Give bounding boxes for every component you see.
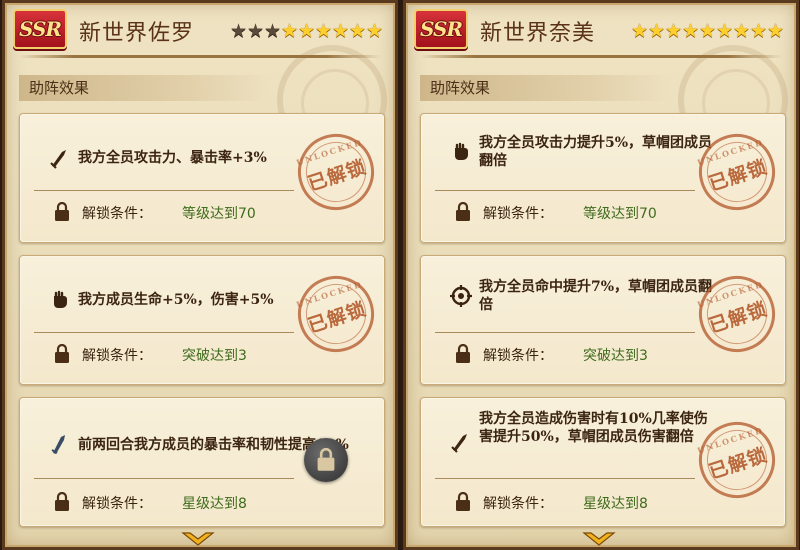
fist-icon xyxy=(455,142,468,160)
character-name: 新世界奈美 xyxy=(480,21,596,46)
star-empty-icon: ★ xyxy=(230,20,248,42)
card-divider xyxy=(34,478,294,479)
support-effect-card-locked: 前两回合我方成员的暴击率和韧性提高10% 解锁条件： 星级达到8 xyxy=(19,397,385,527)
support-effect-card: 我方全员命中提升7%，草帽团成员翻倍 解锁条件： 突破达到3 UNLOCKED … xyxy=(420,255,786,385)
condition-value: 等级达到70 xyxy=(182,206,256,222)
star-filled-icon: ★ xyxy=(648,20,666,42)
scroll-down-arrow-icon[interactable] xyxy=(181,531,215,547)
sword-icon xyxy=(451,434,467,453)
condition-label: 解锁条件： xyxy=(483,496,553,512)
padlock-icon xyxy=(456,492,470,511)
condition-label: 解锁条件： xyxy=(82,206,152,222)
star-filled-icon: ★ xyxy=(682,20,700,42)
header-divider xyxy=(19,55,381,58)
padlock-icon xyxy=(456,202,470,221)
card-divider xyxy=(435,332,695,333)
star-filled-icon: ★ xyxy=(733,20,751,42)
star-filled-icon: ★ xyxy=(631,20,649,42)
star-empty-icon: ★ xyxy=(247,20,265,42)
character-panel-left: SSR 新世界佐罗 ★ ★ ★ ★ ★ ★ ★ ★ ★ 助阵效果 我方全员攻击力、暴击率+3% … xyxy=(2,0,398,550)
condition-label: 解锁条件： xyxy=(82,348,152,364)
condition-label: 解锁条件： xyxy=(483,348,553,364)
star-rating: ★ ★ ★ ★ ★ ★ ★ ★ ★ xyxy=(631,21,784,41)
star-rating: ★ ★ ★ ★ ★ ★ ★ ★ ★ xyxy=(230,21,383,41)
panel-header: SSR 新世界佐罗 ★ ★ ★ ★ ★ ★ ★ ★ ★ xyxy=(5,3,395,61)
locked-badge[interactable] xyxy=(304,438,348,482)
star-filled-icon: ★ xyxy=(332,20,350,42)
condition-label: 解锁条件： xyxy=(82,496,152,512)
unlocked-stamp: UNLOCKED 已解锁 xyxy=(288,124,384,220)
section-label: 助阵效果 xyxy=(19,75,269,101)
star-filled-icon: ★ xyxy=(298,20,316,42)
star-filled-icon: ★ xyxy=(699,20,717,42)
support-effect-card: 我方成员生命+5%，伤害+5% 解锁条件： 突破达到3 UNLOCKED 已解锁 xyxy=(19,255,385,385)
card-divider xyxy=(435,478,695,479)
crosshair-icon xyxy=(450,285,472,307)
condition-value: 突破达到3 xyxy=(182,348,247,364)
star-filled-icon: ★ xyxy=(315,20,333,42)
ssr-rarity-badge: SSR xyxy=(414,9,468,49)
character-name: 新世界佐罗 xyxy=(79,21,195,46)
star-filled-icon: ★ xyxy=(716,20,734,42)
padlock-icon xyxy=(55,202,69,221)
card-divider xyxy=(435,190,695,191)
condition-label: 解锁条件： xyxy=(483,206,553,222)
header-divider xyxy=(420,55,782,58)
card-divider xyxy=(34,190,294,191)
lock-icon xyxy=(317,448,335,471)
condition-value: 等级达到70 xyxy=(583,206,657,222)
effect-description: 我方全员攻击力提升5%，草帽团成员翻倍 xyxy=(479,135,713,169)
condition-value: 星级达到8 xyxy=(583,496,648,512)
section-label: 助阵效果 xyxy=(420,75,670,101)
condition-value: 星级达到8 xyxy=(182,496,247,512)
ssr-rarity-badge: SSR xyxy=(13,9,67,49)
star-filled-icon: ★ xyxy=(366,20,384,42)
support-effect-card: 我方全员造成伤害时有10%几率使伤害提升50%，草帽团成员伤害翻倍 解锁条件： … xyxy=(420,397,786,527)
effect-description: 我方全员命中提升7%，草帽团成员翻倍 xyxy=(479,279,713,313)
condition-value: 突破达到3 xyxy=(583,348,648,364)
effect-description: 我方全员造成伤害时有10%几率使伤害提升50%，草帽团成员伤害翻倍 xyxy=(479,411,708,445)
blade-icon xyxy=(51,435,65,454)
star-filled-icon: ★ xyxy=(750,20,768,42)
fist-icon xyxy=(54,290,67,308)
star-empty-icon: ★ xyxy=(264,20,282,42)
scroll-down-arrow-icon[interactable] xyxy=(582,531,616,547)
padlock-icon xyxy=(55,492,69,511)
card-divider xyxy=(34,332,294,333)
star-filled-icon: ★ xyxy=(281,20,299,42)
padlock-icon xyxy=(456,344,470,363)
support-effect-card: 我方全员攻击力、暴击率+3% 解锁条件： 等级达到70 UNLOCKED 已解锁 xyxy=(19,113,385,243)
padlock-icon xyxy=(55,344,69,363)
star-filled-icon: ★ xyxy=(767,20,785,42)
star-filled-icon: ★ xyxy=(349,20,367,42)
support-effect-card: 我方全员攻击力提升5%，草帽团成员翻倍 解锁条件： 等级达到70 UNLOCKE… xyxy=(420,113,786,243)
unlocked-stamp: UNLOCKED 已解锁 xyxy=(288,266,384,362)
sword-icon xyxy=(50,150,66,169)
star-filled-icon: ★ xyxy=(665,20,683,42)
character-panel-right: SSR 新世界奈美 ★ ★ ★ ★ ★ ★ ★ ★ ★ 助阵效果 我方全员攻击力提升5%，草帽团… xyxy=(403,0,799,550)
panel-header: SSR 新世界奈美 ★ ★ ★ ★ ★ ★ ★ ★ ★ xyxy=(406,3,796,61)
